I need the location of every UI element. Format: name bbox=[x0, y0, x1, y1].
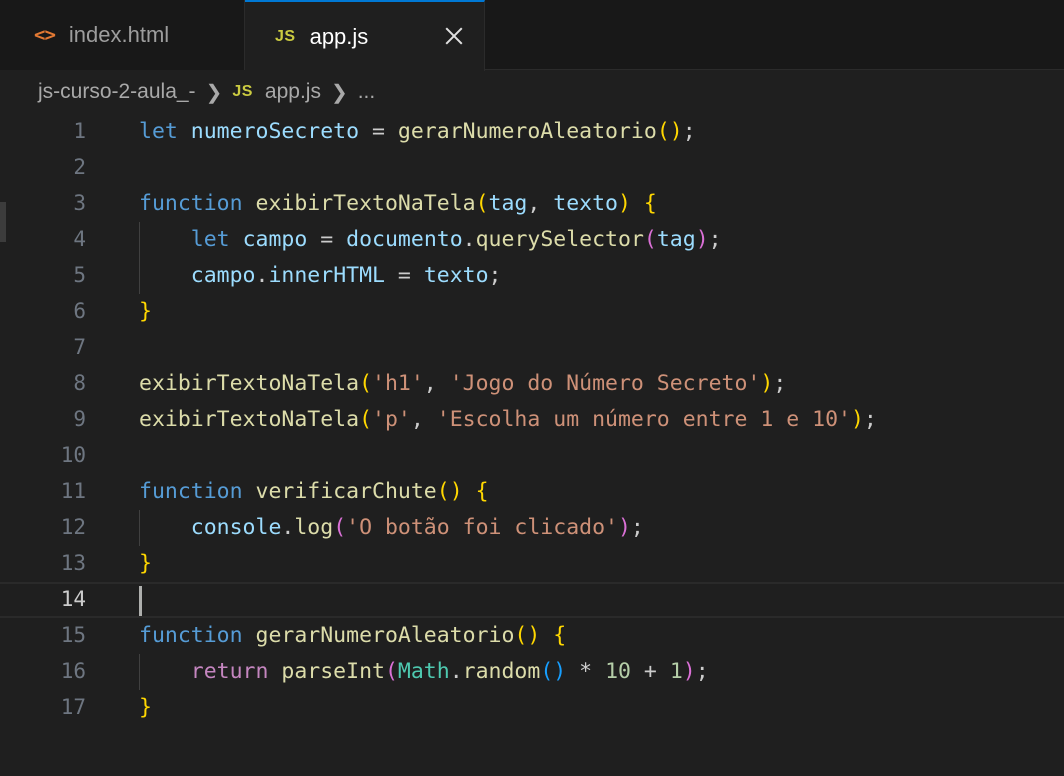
code-line: 13 } bbox=[0, 546, 1064, 582]
code-line: 2 bbox=[0, 150, 1064, 186]
code-line: 9 exibirTextoNaTela('p', 'Escolha um núm… bbox=[0, 402, 1064, 438]
line-number: 2 bbox=[73, 155, 86, 179]
code-line: 3 function exibirTextoNaTela(tag, texto)… bbox=[0, 186, 1064, 222]
code-text: } bbox=[139, 551, 152, 576]
code-line: 8 exibirTextoNaTela('h1', 'Jogo do Númer… bbox=[0, 366, 1064, 402]
tab-label: index.html bbox=[68, 22, 170, 47]
line-number: 11 bbox=[60, 479, 86, 503]
js-file-icon: JS bbox=[275, 27, 296, 45]
code-line: 5 campo.innerHTML = texto; bbox=[0, 258, 1064, 294]
line-number: 17 bbox=[60, 695, 86, 719]
js-file-icon: JS bbox=[232, 83, 253, 100]
line-number: 9 bbox=[73, 407, 86, 431]
breadcrumb-folder[interactable]: js-curso-2-aula_- bbox=[38, 80, 196, 104]
code-line: 11 function verificarChute() { bbox=[0, 474, 1064, 510]
code-line: 6 } bbox=[0, 294, 1064, 330]
line-number: 16 bbox=[60, 659, 86, 683]
code-text: function exibirTextoNaTela(tag, texto) { bbox=[139, 191, 657, 216]
line-number: 13 bbox=[60, 551, 86, 575]
line-number: 1 bbox=[73, 119, 86, 143]
code-editor: <> index.html JS app.js js-curso-2-aula_… bbox=[0, 0, 1064, 776]
code-line: 16 return parseInt(Math.random() * 10 + … bbox=[0, 654, 1064, 690]
code-text: exibirTextoNaTela('h1', 'Jogo do Número … bbox=[139, 371, 787, 396]
line-number: 12 bbox=[60, 515, 86, 539]
tab-app-js[interactable]: JS app.js bbox=[245, 0, 485, 71]
html-file-icon: <> bbox=[34, 24, 56, 46]
code-line: 4 let campo = documento.querySelector(ta… bbox=[0, 222, 1064, 258]
code-text: return parseInt(Math.random() * 10 + 1); bbox=[190, 659, 709, 684]
code-line: 17 } bbox=[0, 690, 1064, 726]
code-line: 12 console.log('O botão foi clicado'); bbox=[0, 510, 1064, 546]
code-text: console.log('O botão foi clicado'); bbox=[190, 515, 644, 540]
code-text: } bbox=[139, 299, 152, 324]
line-number: 7 bbox=[73, 335, 86, 359]
breadcrumb-file[interactable]: app.js bbox=[265, 80, 321, 104]
code-line: 15 function gerarNumeroAleatorio() { bbox=[0, 618, 1064, 654]
line-number: 8 bbox=[73, 371, 86, 395]
chevron-right-icon: ❯ bbox=[330, 81, 348, 104]
line-number: 6 bbox=[73, 299, 86, 323]
code-text: exibirTextoNaTela('p', 'Escolha um númer… bbox=[139, 407, 877, 432]
code-line: 7 bbox=[0, 330, 1064, 366]
line-number: 15 bbox=[60, 623, 86, 647]
breadcrumb: js-curso-2-aula_- ❯ JS app.js ❯ ... bbox=[0, 70, 1064, 114]
line-number: 3 bbox=[73, 191, 86, 215]
close-icon[interactable] bbox=[442, 24, 466, 48]
line-number: 14 bbox=[60, 587, 86, 611]
code-text: function verificarChute() { bbox=[139, 479, 489, 504]
code-text: } bbox=[139, 695, 152, 720]
code-line: 1 let numeroSecreto = gerarNumeroAleator… bbox=[0, 114, 1064, 150]
code-text: let numeroSecreto = gerarNumeroAleatorio… bbox=[139, 119, 696, 144]
breadcrumb-more[interactable]: ... bbox=[358, 80, 376, 104]
line-number: 4 bbox=[73, 227, 86, 251]
code-text: function gerarNumeroAleatorio() { bbox=[139, 623, 567, 648]
chevron-right-icon: ❯ bbox=[205, 81, 223, 104]
code-line: 10 bbox=[0, 438, 1064, 474]
current-line: 14 bbox=[0, 582, 1064, 618]
tab-index-html[interactable]: <> index.html bbox=[0, 0, 245, 70]
line-number: 10 bbox=[60, 443, 86, 467]
tab-label: app.js bbox=[309, 23, 369, 49]
line-number: 5 bbox=[73, 263, 86, 287]
code-text: let campo = documento.querySelector(tag)… bbox=[190, 227, 722, 252]
code-text: campo.innerHTML = texto; bbox=[190, 263, 502, 288]
tab-bar: <> index.html JS app.js bbox=[0, 0, 1064, 71]
code-area[interactable]: 1 let numeroSecreto = gerarNumeroAleator… bbox=[0, 114, 1064, 776]
text-cursor bbox=[139, 586, 142, 616]
